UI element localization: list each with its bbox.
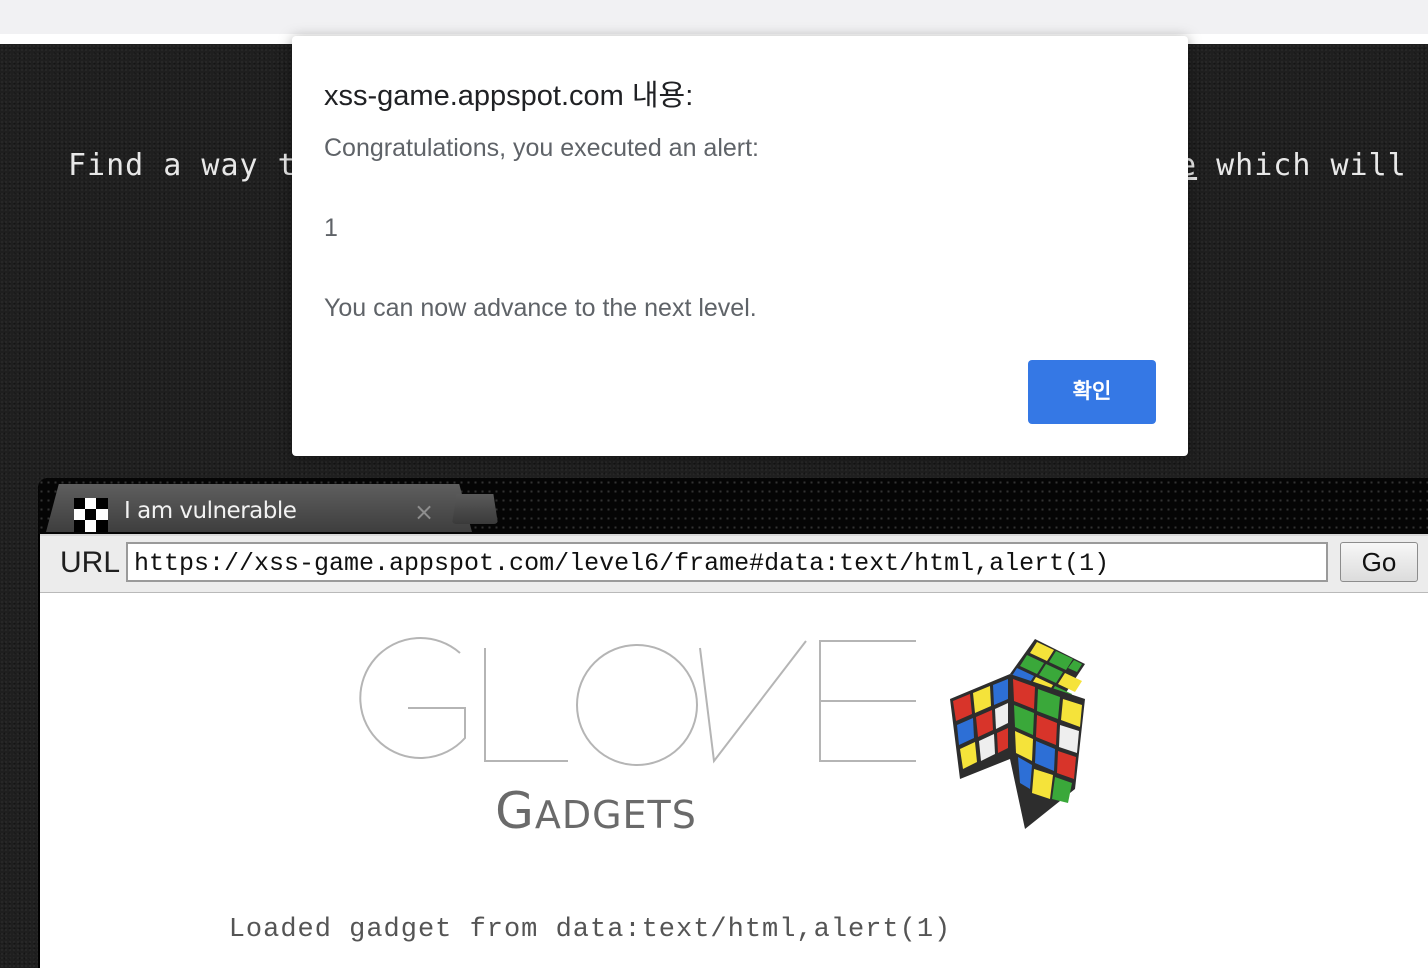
new-tab-button[interactable] — [452, 494, 498, 524]
url-bar: URL https://xss-game.appspot.com/level6/… — [40, 534, 1428, 595]
ok-button[interactable]: 확인 — [1028, 360, 1156, 424]
dialog-message-line-3: You can now advance to the next level. — [324, 294, 757, 322]
go-button[interactable]: Go — [1340, 542, 1418, 582]
glove-gadgets-logo: GADGETS — [359, 637, 1085, 840]
dialog-message-line-1: Congratulations, you executed an alert: — [324, 134, 759, 162]
mission-text-right: e which will — [1178, 148, 1407, 183]
url-input[interactable]: https://xss-game.appspot.com/level6/fram… — [126, 542, 1328, 582]
mission-text-tail: which will — [1197, 148, 1407, 183]
svg-text:GADGETS: GADGETS — [495, 782, 697, 840]
tab-i-am-vulnerable[interactable]: I am vulnerable × — [46, 484, 472, 532]
dialog-message-line-2: 1 — [324, 214, 338, 242]
loaded-gadget-text: Loaded gadget from data:text/html,alert(… — [228, 915, 952, 945]
browser-top-strip — [0, 0, 1428, 34]
rubiks-cube-icon — [950, 639, 1085, 829]
vulnerable-frame: I am vulnerable × URL https://xss-game.a… — [38, 478, 1428, 968]
dialog-title: xss-game.appspot.com 내용: — [324, 80, 694, 112]
alert-dialog: xss-game.appspot.com 내용: Congratulations… — [292, 36, 1188, 456]
url-label: URL — [60, 546, 121, 579]
close-icon[interactable]: × — [414, 498, 434, 526]
frame-content: GADGETS Loaded gadget from data:text/htm… — [40, 593, 1428, 968]
checker-favicon-icon — [74, 498, 108, 532]
tab-title: I am vulnerable — [124, 498, 297, 524]
